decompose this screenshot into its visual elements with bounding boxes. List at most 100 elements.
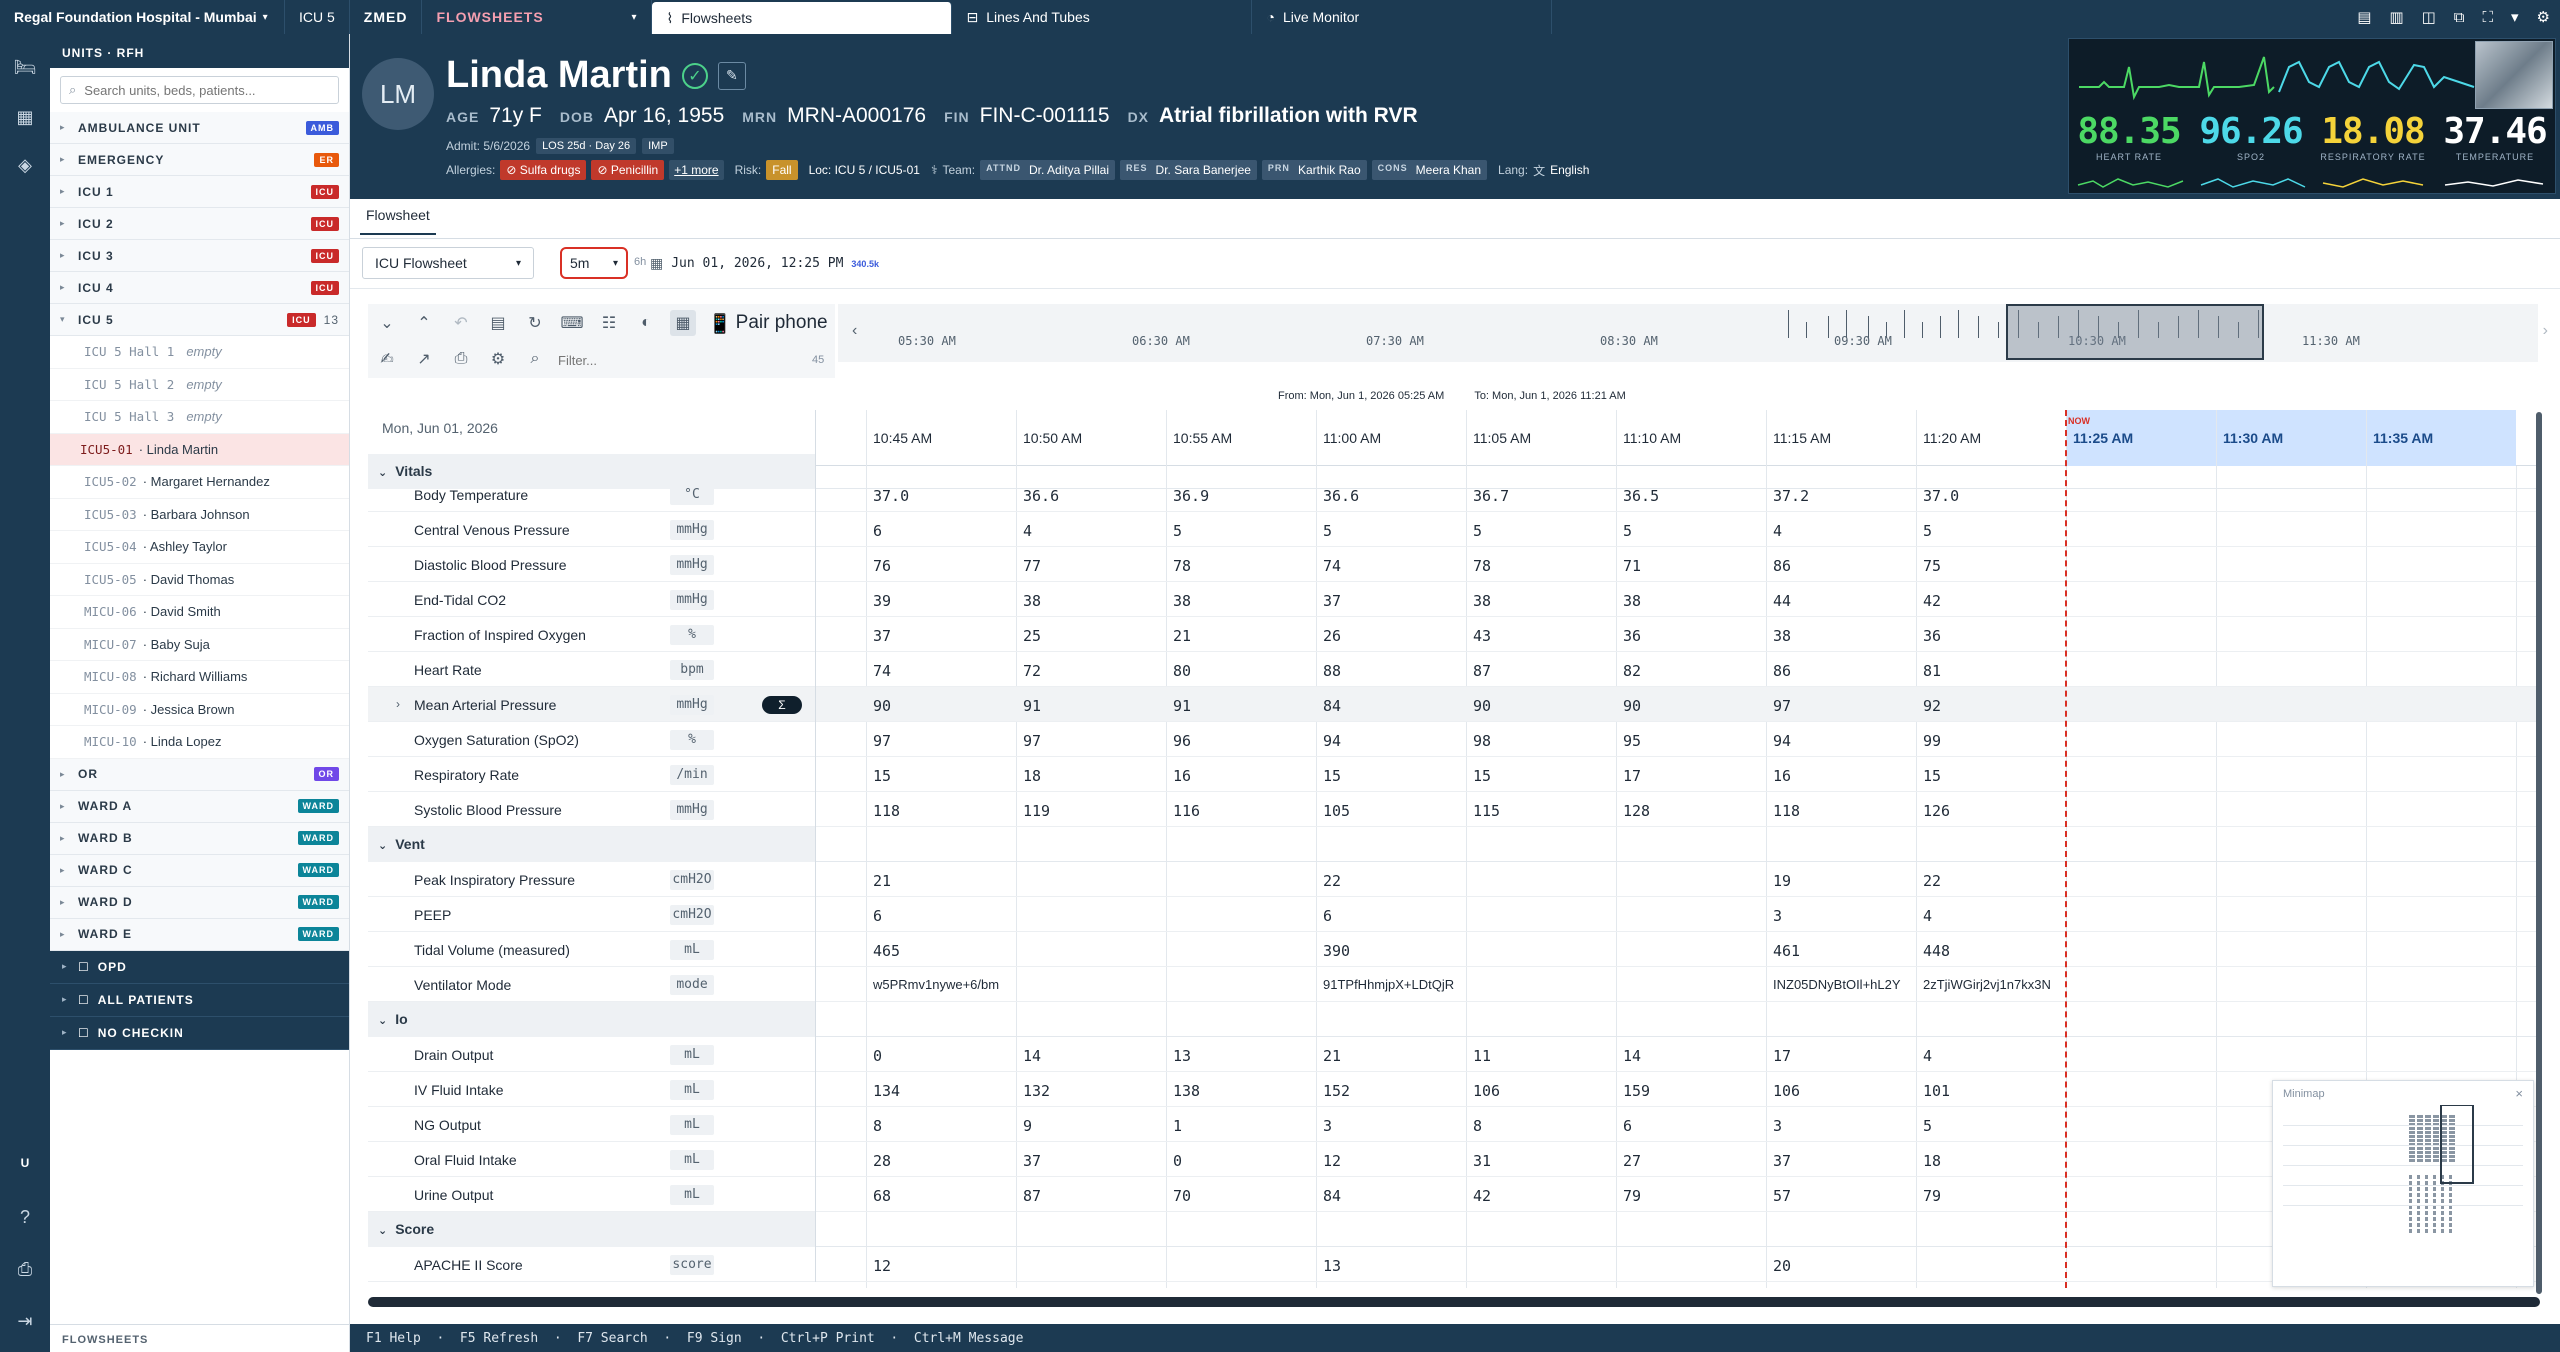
flowsheet-row[interactable]: Respiratory Rate/min 15 18 16 15 15 17 16 15: [368, 757, 2540, 792]
value-cell[interactable]: 37.0: [873, 487, 909, 505]
value-cell[interactable]: 6: [1323, 907, 1332, 925]
split-icon[interactable]: ◫: [2422, 8, 2436, 26]
value-cell[interactable]: 97: [873, 732, 891, 750]
value-cell[interactable]: 68: [873, 1187, 891, 1205]
value-cell[interactable]: 71: [1623, 557, 1641, 575]
value-cell[interactable]: 15: [1923, 767, 1941, 785]
value-cell[interactable]: 75: [1923, 557, 1941, 575]
sidebar-bed[interactable]: ICU5-02 · Margaret Hernandez: [50, 466, 349, 499]
unit-label[interactable]: ICU 5: [285, 0, 350, 34]
keyboard-icon[interactable]: ⌨: [559, 310, 585, 336]
value-cell[interactable]: 8: [1473, 1117, 1482, 1135]
value-cell[interactable]: 28: [873, 1152, 891, 1170]
value-cell[interactable]: 12: [873, 1257, 891, 1275]
sidebar-unit[interactable]: ▸ WARD C WARD: [50, 854, 349, 887]
value-cell[interactable]: 84: [1323, 697, 1341, 715]
value-cell[interactable]: 132: [1023, 1082, 1050, 1100]
value-cell[interactable]: 25: [1023, 627, 1041, 645]
value-cell[interactable]: 461: [1773, 942, 1800, 960]
value-cell[interactable]: 31: [1473, 1152, 1491, 1170]
value-cell[interactable]: 128: [1623, 802, 1650, 820]
value-cell[interactable]: 17: [1773, 1047, 1791, 1065]
fullscreen-icon[interactable]: ⛶: [2483, 9, 2494, 26]
collapse-all-icon[interactable]: ⌄: [374, 310, 400, 336]
gear-icon[interactable]: ⚙: [485, 346, 511, 372]
value-cell[interactable]: 87: [1023, 1187, 1041, 1205]
value-cell[interactable]: 448: [1923, 942, 1950, 960]
sidebar-bed[interactable]: ICU5-03 · Barbara Johnson: [50, 499, 349, 531]
value-cell[interactable]: 82: [1623, 662, 1641, 680]
value-cell[interactable]: 91: [1173, 697, 1191, 715]
value-cell[interactable]: 87: [1473, 662, 1491, 680]
sidebar-unit[interactable]: ▸ OR OR: [50, 758, 349, 791]
value-cell[interactable]: 1: [1173, 1117, 1182, 1135]
value-cell[interactable]: 6: [873, 522, 882, 540]
value-cell[interactable]: 36.7: [1473, 487, 1509, 505]
value-cell[interactable]: 74: [1323, 557, 1341, 575]
value-cell[interactable]: 3: [1323, 1117, 1332, 1135]
value-cell[interactable]: 38: [1623, 592, 1641, 610]
flowsheet-row[interactable]: Peak Inspiratory Pressure cmH2O 21 22 19 22: [368, 862, 2540, 897]
value-cell[interactable]: 4: [1923, 907, 1932, 925]
camera-feed[interactable]: [2475, 41, 2553, 109]
value-cell[interactable]: 116: [1173, 802, 1200, 820]
value-cell[interactable]: 79: [1923, 1187, 1941, 1205]
sidebar-bed[interactable]: ICU 5 Hall 3 empty: [50, 401, 349, 434]
grid-icon[interactable]: ▦: [12, 104, 38, 130]
chevron-left-icon[interactable]: ‹: [852, 322, 857, 340]
sidebar-unit[interactable]: ▾ ICU 5 ICU 13: [50, 304, 349, 336]
sidebar-bed[interactable]: MICU-08 · Richard Williams: [50, 661, 349, 694]
value-cell[interactable]: 37: [1023, 1152, 1041, 1170]
value-cell[interactable]: 37.2: [1773, 487, 1809, 505]
value-cell[interactable]: 21: [1173, 627, 1191, 645]
sidebar-nav-item[interactable]: ▸ ☐ NO CHECKIN: [50, 1016, 349, 1050]
user-avatar[interactable]: U: [12, 1150, 38, 1176]
sidebar-unit[interactable]: ▸ AMBULANCE UNIT AMB: [50, 112, 349, 144]
value-cell[interactable]: 90: [1473, 697, 1491, 715]
value-cell[interactable]: 106: [1473, 1082, 1500, 1100]
value-cell[interactable]: 78: [1173, 557, 1191, 575]
value-cell[interactable]: 36: [1923, 627, 1941, 645]
live-monitor-panel[interactable]: 88.35 HEART RATE 96.26 SPO2 18.08 RESPIRATO…: [2068, 38, 2556, 194]
value-cell[interactable]: 118: [1773, 802, 1800, 820]
value-cell[interactable]: 37.0: [1923, 487, 1959, 505]
sidebar-bed[interactable]: ICU 5 Hall 2 empty: [50, 369, 349, 401]
value-cell[interactable]: 78: [1473, 557, 1491, 575]
value-cell[interactable]: 99: [1923, 732, 1941, 750]
flowsheet-row[interactable]: IV Fluid Intake mL 134 132 138 152 106 159 106 10…: [368, 1072, 2540, 1107]
value-cell[interactable]: 16: [1773, 767, 1791, 785]
sidebar-bed[interactable]: ICU5-01 · Linda Martin: [50, 433, 349, 466]
timeline-overview[interactable]: ‹ › 05:30 AM 06:30 AM 07:30 AM 08:30 AM …: [838, 304, 2548, 362]
value-cell[interactable]: 16: [1173, 767, 1191, 785]
value-cell[interactable]: 36.6: [1323, 487, 1359, 505]
value-cell[interactable]: 101: [1923, 1082, 1950, 1100]
value-cell[interactable]: 21: [1323, 1047, 1341, 1065]
sidebar-bed[interactable]: MICU-09 · Jessica Brown: [50, 694, 349, 726]
value-cell[interactable]: 0: [873, 1047, 882, 1065]
value-cell[interactable]: 81: [1923, 662, 1941, 680]
palette-icon[interactable]: ◐: [633, 310, 659, 336]
sidebar-bed[interactable]: ICU5-05 · David Thomas: [50, 564, 349, 596]
gear-icon[interactable]: ⚙: [2537, 8, 2550, 26]
value-cell[interactable]: 12: [1323, 1152, 1341, 1170]
flowsheet-row[interactable]: Body Temperature °C 37.0 36.6 36.9 36.6 36.7 36…: [368, 477, 2540, 512]
value-cell[interactable]: 465: [873, 942, 900, 960]
flowsheet-row[interactable]: Systolic Blood Pressure mmHg 118 119 116 105 1…: [368, 792, 2540, 827]
value-cell[interactable]: 94: [1323, 732, 1341, 750]
value-cell[interactable]: 115: [1473, 802, 1500, 820]
value-cell[interactable]: 4: [1923, 1047, 1932, 1065]
logout-icon[interactable]: ⇥: [12, 1308, 38, 1334]
value-cell[interactable]: 4: [1023, 522, 1032, 540]
copy-icon[interactable]: ⧉: [2454, 9, 2465, 26]
sidebar-unit[interactable]: ▸ ICU 4 ICU: [50, 272, 349, 304]
team-member[interactable]: PRN Karthik Rao: [1261, 160, 1367, 180]
panel-left-icon[interactable]: ▤: [2357, 8, 2371, 26]
value-cell[interactable]: 15: [873, 767, 891, 785]
value-cell[interactable]: 18: [1923, 1152, 1941, 1170]
value-cell[interactable]: 38: [1023, 592, 1041, 610]
table-icon[interactable]: ▤: [485, 310, 511, 336]
value-cell[interactable]: 138: [1173, 1082, 1200, 1100]
value-cell[interactable]: 26: [1323, 627, 1341, 645]
value-cell[interactable]: 152: [1323, 1082, 1350, 1100]
value-cell[interactable]: 159: [1623, 1082, 1650, 1100]
